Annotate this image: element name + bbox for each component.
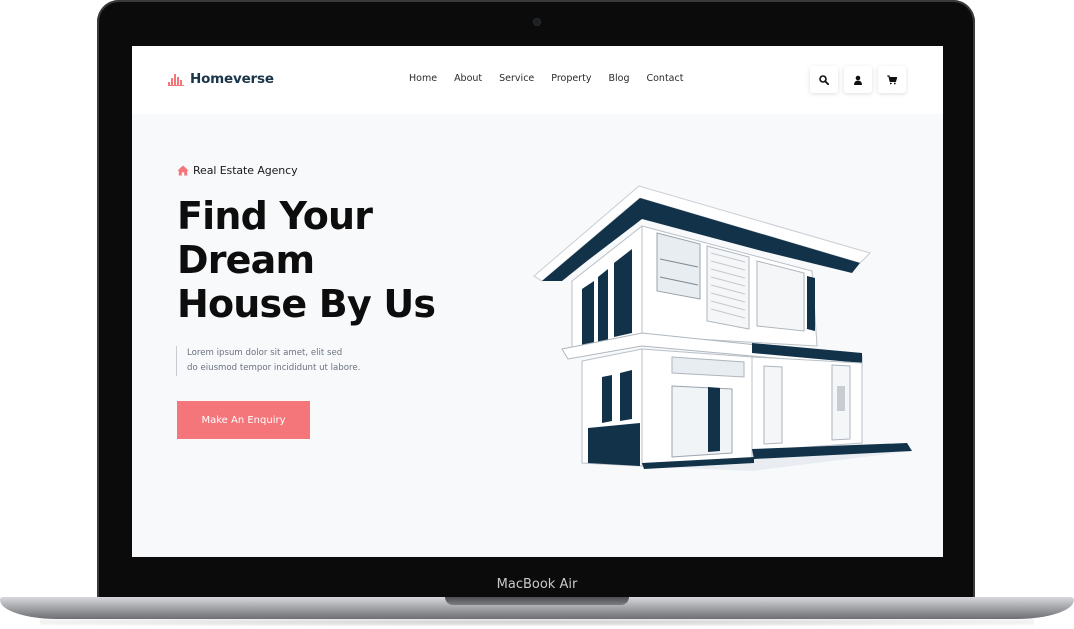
hero-text-line-1: Lorem ipsum dolor sit amet, elit sed	[187, 348, 343, 358]
hero-title-line-1: Find Your	[177, 194, 373, 238]
laptop-shadow	[40, 618, 1034, 626]
nav-links: Home About Service Property Blog Contact	[409, 73, 700, 84]
nav-link-blog[interactable]: Blog	[608, 73, 629, 84]
hero-title: Find Your Dream House By Us	[177, 194, 477, 326]
cart-icon	[887, 74, 897, 84]
nav-link-contact[interactable]: Contact	[646, 73, 683, 84]
logo-bars-icon	[168, 74, 184, 86]
search-icon	[819, 74, 829, 85]
nav-link-about[interactable]: About	[454, 73, 482, 84]
home-icon	[177, 165, 189, 176]
logo-text: Homeverse	[190, 71, 274, 87]
hero-title-line-2: Dream	[177, 238, 315, 282]
logo[interactable]: Homeverse	[168, 71, 274, 87]
nav-link-service[interactable]: Service	[499, 73, 534, 84]
enquiry-button[interactable]: Make An Enquiry	[177, 401, 310, 439]
hero-text-line-2: do eiusmod tempor incididunt ut labore.	[187, 363, 361, 373]
navbar: Homeverse Home About Service Property Bl…	[132, 46, 943, 114]
cart-button[interactable]	[878, 66, 906, 93]
laptop-notch	[445, 597, 629, 605]
house-illustration	[533, 185, 912, 471]
user-icon	[854, 75, 862, 85]
device-label: MacBook Air	[496, 577, 578, 592]
nav-actions	[810, 66, 906, 93]
website-screen: Homeverse Home About Service Property Bl…	[132, 46, 943, 557]
account-button[interactable]	[844, 66, 872, 93]
hero-title-line-3: House By Us	[177, 282, 436, 326]
nav-link-property[interactable]: Property	[551, 73, 591, 84]
hero-description: Lorem ipsum dolor sit amet, elit sed do …	[176, 346, 387, 376]
camera-dot	[534, 19, 540, 25]
search-button[interactable]	[810, 66, 838, 93]
eyebrow-text: Real Estate Agency	[193, 164, 298, 177]
nav-link-home[interactable]: Home	[409, 73, 437, 84]
hero-eyebrow: Real Estate Agency	[177, 164, 298, 177]
